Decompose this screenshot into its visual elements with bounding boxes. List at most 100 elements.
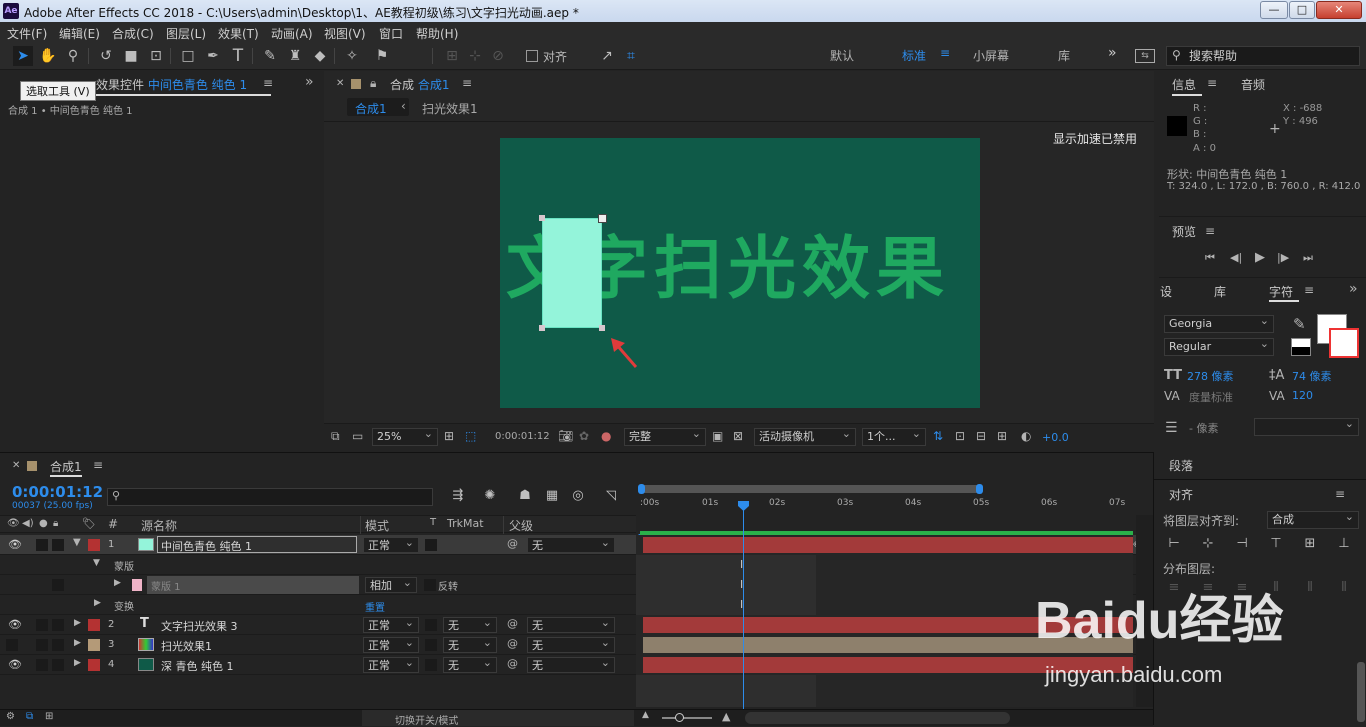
zoom-dropdown[interactable]: 25% xyxy=(372,428,438,446)
layer-label-color[interactable] xyxy=(88,659,100,671)
swap-colors-icon[interactable] xyxy=(1291,338,1311,356)
draft-3d-icon[interactable]: ✺ xyxy=(480,488,500,506)
snap-checkbox[interactable] xyxy=(526,50,538,62)
parent-pickwhip-icon[interactable]: @ xyxy=(507,617,518,630)
transparency-grid-icon[interactable]: ⊠ xyxy=(733,429,743,443)
panel-overflow-icon[interactable]: » xyxy=(305,74,314,90)
eye-icon[interactable]: 👁︎ xyxy=(8,538,22,551)
reset-exposure-icon[interactable]: ◐ xyxy=(1021,429,1031,443)
align-tab[interactable]: 对齐 xyxy=(1169,486,1193,503)
menu-help[interactable]: 帮助(H) xyxy=(416,25,458,42)
composition-canvas[interactable]: 文字扫光效果 xyxy=(500,138,980,408)
workspace-overflow-icon[interactable]: » xyxy=(1108,45,1117,61)
expand-triangle-icon[interactable]: ▼ xyxy=(73,537,81,548)
snap-feature-icon[interactable]: ⌗ xyxy=(621,46,641,66)
eye-icon[interactable]: 👁︎ xyxy=(8,618,22,631)
comp-panel-menu-icon[interactable]: ≡ xyxy=(462,76,472,90)
viewer-timecode[interactable]: 0:00:01:12 xyxy=(495,431,550,442)
distribute-hcenter-icon[interactable]: ⦀ xyxy=(1300,580,1320,598)
mask-mode-dropdown[interactable]: 相加 xyxy=(365,577,417,593)
panel-menu-icon[interactable]: ≡ xyxy=(263,76,273,90)
time-ruler[interactable] xyxy=(638,484,1132,548)
character-menu-icon[interactable]: ≡ xyxy=(1304,283,1314,297)
parent-dropdown[interactable]: 无 xyxy=(527,657,615,673)
rotate-tool-icon[interactable]: ↺ xyxy=(96,46,116,66)
composition-tab[interactable]: 合成 合成1 xyxy=(390,76,449,93)
workspace-menu-icon[interactable]: ≡ xyxy=(940,46,950,60)
flowchart-icon[interactable]: ⊞ xyxy=(997,429,1007,443)
trkmat-dropdown[interactable]: 无 xyxy=(443,657,497,673)
toggle-pixel-aspect-icon[interactable]: ⇅ xyxy=(933,429,943,443)
layer-search-input[interactable] xyxy=(107,488,433,506)
shy-layers-icon[interactable]: ☗ xyxy=(515,488,535,506)
distribute-right-icon[interactable]: ⦀ xyxy=(1334,580,1354,598)
video-switch-icon[interactable]: 👁︎ xyxy=(7,518,20,529)
mask-vertex-selected[interactable] xyxy=(598,214,607,223)
blend-mode-dropdown[interactable]: 正常 xyxy=(363,617,419,633)
tracking-value[interactable]: 120 xyxy=(1292,389,1313,402)
paragraph-tab[interactable]: 段落 xyxy=(1169,457,1193,474)
mask-name[interactable]: 蒙版 1 xyxy=(151,578,181,593)
distribute-bottom-icon[interactable]: ≡ xyxy=(1232,580,1252,598)
align-vertical-center-icon[interactable]: ⊞ xyxy=(1300,536,1320,554)
align-left-icon[interactable]: ⊢ xyxy=(1164,536,1184,554)
font-family-dropdown[interactable]: Georgia xyxy=(1164,315,1274,333)
clone-stamp-tool-icon[interactable]: ♜ xyxy=(285,46,305,66)
selection-tool-icon[interactable]: ➤ xyxy=(13,46,33,66)
view-axis-icon[interactable]: ⊘ xyxy=(488,46,508,66)
label-column-icon[interactable]: 🏷︎ xyxy=(82,517,96,530)
snapshot-icon[interactable]: 📷︎ xyxy=(558,429,573,443)
previous-frame-icon[interactable]: ◀| xyxy=(1230,251,1242,264)
play-icon[interactable]: ▶ xyxy=(1255,250,1265,265)
resolution-dropdown[interactable]: 完整 xyxy=(624,428,706,446)
panel-scrollbar[interactable] xyxy=(1357,662,1365,722)
frame-blending-icon[interactable]: ▦ xyxy=(542,488,562,506)
hand-tool-icon[interactable]: ✋ xyxy=(38,46,58,66)
snap-edge-icon[interactable]: ↗ xyxy=(597,46,617,66)
menu-animation[interactable]: 动画(A) xyxy=(271,25,313,42)
type-tool-icon[interactable]: T xyxy=(228,46,248,66)
parent-pickwhip-icon[interactable]: @ xyxy=(507,537,518,550)
last-frame-icon[interactable]: ⏭ xyxy=(1303,251,1313,265)
reset-link[interactable]: 重置 xyxy=(365,599,385,614)
view-layout-dropdown[interactable]: 1个... xyxy=(862,428,926,446)
eyedropper-icon[interactable]: ✎ xyxy=(1293,315,1306,333)
align-menu-icon[interactable]: ≡ xyxy=(1335,487,1345,501)
panel-overflow-icon[interactable]: » xyxy=(1349,281,1358,297)
monitor-icon[interactable]: ▭ xyxy=(352,429,363,443)
parent-pickwhip-icon[interactable]: @ xyxy=(507,657,518,670)
mask-rectangle[interactable] xyxy=(542,218,602,328)
layer-duration-bar[interactable] xyxy=(643,637,1133,653)
layer-name[interactable]: 扫光效果1 xyxy=(161,638,212,654)
trkmat-dropdown[interactable]: 无 xyxy=(443,617,497,633)
motion-blur-icon[interactable]: ◎ xyxy=(568,488,588,506)
brush-tool-icon[interactable]: ✎ xyxy=(260,46,280,66)
timeline-menu-icon[interactable]: ≡ xyxy=(93,458,103,472)
collapse-triangle-icon[interactable]: ▶ xyxy=(74,658,81,668)
collapse-triangle-icon[interactable]: ▶ xyxy=(94,598,101,608)
close-tab-icon[interactable]: ✕ xyxy=(12,460,20,471)
stroke-color-swatch[interactable] xyxy=(1329,328,1359,358)
in-out-icon[interactable]: ⊞ xyxy=(45,711,53,722)
blend-mode-dropdown[interactable]: 正常 xyxy=(363,637,419,653)
parent-dropdown[interactable]: 无 xyxy=(527,617,615,633)
mask-vertex[interactable] xyxy=(539,215,545,221)
font-style-dropdown[interactable]: Regular xyxy=(1164,338,1274,356)
close-button[interactable]: ✕ xyxy=(1316,1,1362,19)
layer-duration-bar[interactable] xyxy=(643,537,1133,553)
transfer-controls-icon[interactable]: ⧉ xyxy=(26,711,33,722)
distribute-vcenter-icon[interactable]: ≡ xyxy=(1198,580,1218,598)
layer-duration-bar[interactable] xyxy=(643,657,1133,673)
info-tab[interactable]: 信息 xyxy=(1172,76,1196,93)
parent-dropdown[interactable]: 无 xyxy=(527,537,615,553)
layer-switches-icon[interactable]: ⚙ xyxy=(6,711,15,722)
fast-previews-icon[interactable]: ⊡ xyxy=(955,429,965,443)
show-snapshot-icon[interactable]: ✿ xyxy=(579,429,589,443)
font-size-value[interactable]: 278 像素 xyxy=(1187,368,1234,384)
region-of-interest-icon[interactable]: ▣ xyxy=(712,429,723,443)
menu-layer[interactable]: 图层(L) xyxy=(166,25,206,42)
search-help-input[interactable]: 搜索帮助 xyxy=(1166,46,1360,66)
eye-icon[interactable]: 👁︎ xyxy=(8,658,22,671)
breadcrumb-scan-effect[interactable]: 扫光效果1 xyxy=(422,100,478,117)
layer-label-color[interactable] xyxy=(88,619,100,631)
